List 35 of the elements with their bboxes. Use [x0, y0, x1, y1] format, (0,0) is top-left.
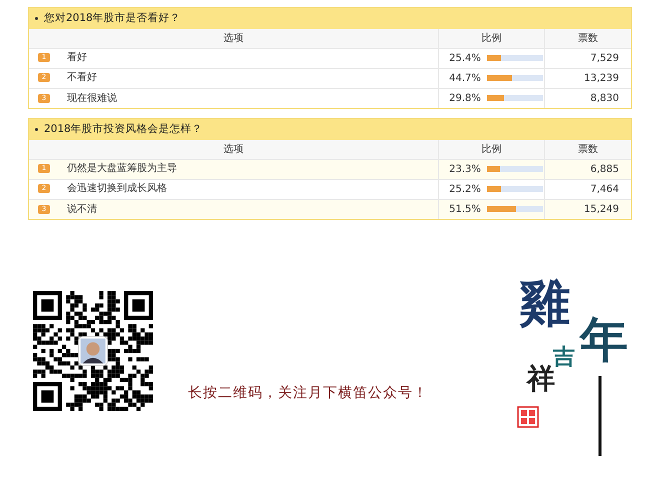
option-label: 会迅速切换到成长风格 — [67, 183, 167, 194]
column-header: 选项 — [29, 29, 438, 48]
percent-text: 23.3% — [448, 162, 481, 176]
poll-question: 您对2018年股市是否看好？ — [44, 10, 181, 26]
poll-question: 2018年股市投资风格会是怎样？ — [44, 122, 203, 137]
option-label: 看好 — [67, 52, 87, 64]
brush-stroke-icon — [598, 376, 602, 456]
option-label: 仍然是大盘蓝筹股为主导 — [67, 163, 177, 174]
calligraphy-character: 吉 — [553, 346, 575, 368]
calligraphy-character: 祥 — [527, 365, 555, 393]
column-header: 票数 — [544, 29, 631, 48]
column-header: 比例 — [438, 29, 544, 48]
percent-text: 51.5% — [448, 202, 481, 217]
calligraphy-character: 年 — [580, 316, 628, 364]
vote-count: 7,464 — [544, 179, 631, 199]
bullet-icon — [35, 17, 38, 20]
percent-text: 25.2% — [448, 182, 481, 196]
column-header: 比例 — [438, 140, 544, 159]
vote-count: 8,830 — [544, 88, 631, 108]
percent-text: 25.4% — [448, 52, 481, 66]
bullet-icon — [35, 128, 38, 131]
vote-count: 6,885 — [544, 159, 631, 179]
option-label: 不看好 — [67, 72, 97, 84]
column-header: 选项 — [29, 140, 438, 159]
promo-caption: 长按二维码，关注月下横笛公众号！ — [188, 384, 428, 403]
percent-text: 29.8% — [448, 92, 481, 106]
percent-text: 44.7% — [448, 72, 481, 86]
option-label: 现在很难说 — [67, 92, 117, 104]
vote-count: 7,529 — [544, 48, 631, 68]
calligraphy-character: 雞 — [520, 278, 570, 328]
vote-count: 15,249 — [544, 199, 631, 219]
column-header: 票数 — [544, 140, 631, 159]
option-label: 说不清 — [67, 204, 97, 215]
vote-count: 13,239 — [544, 68, 631, 88]
seal-stamp-icon — [517, 406, 539, 428]
